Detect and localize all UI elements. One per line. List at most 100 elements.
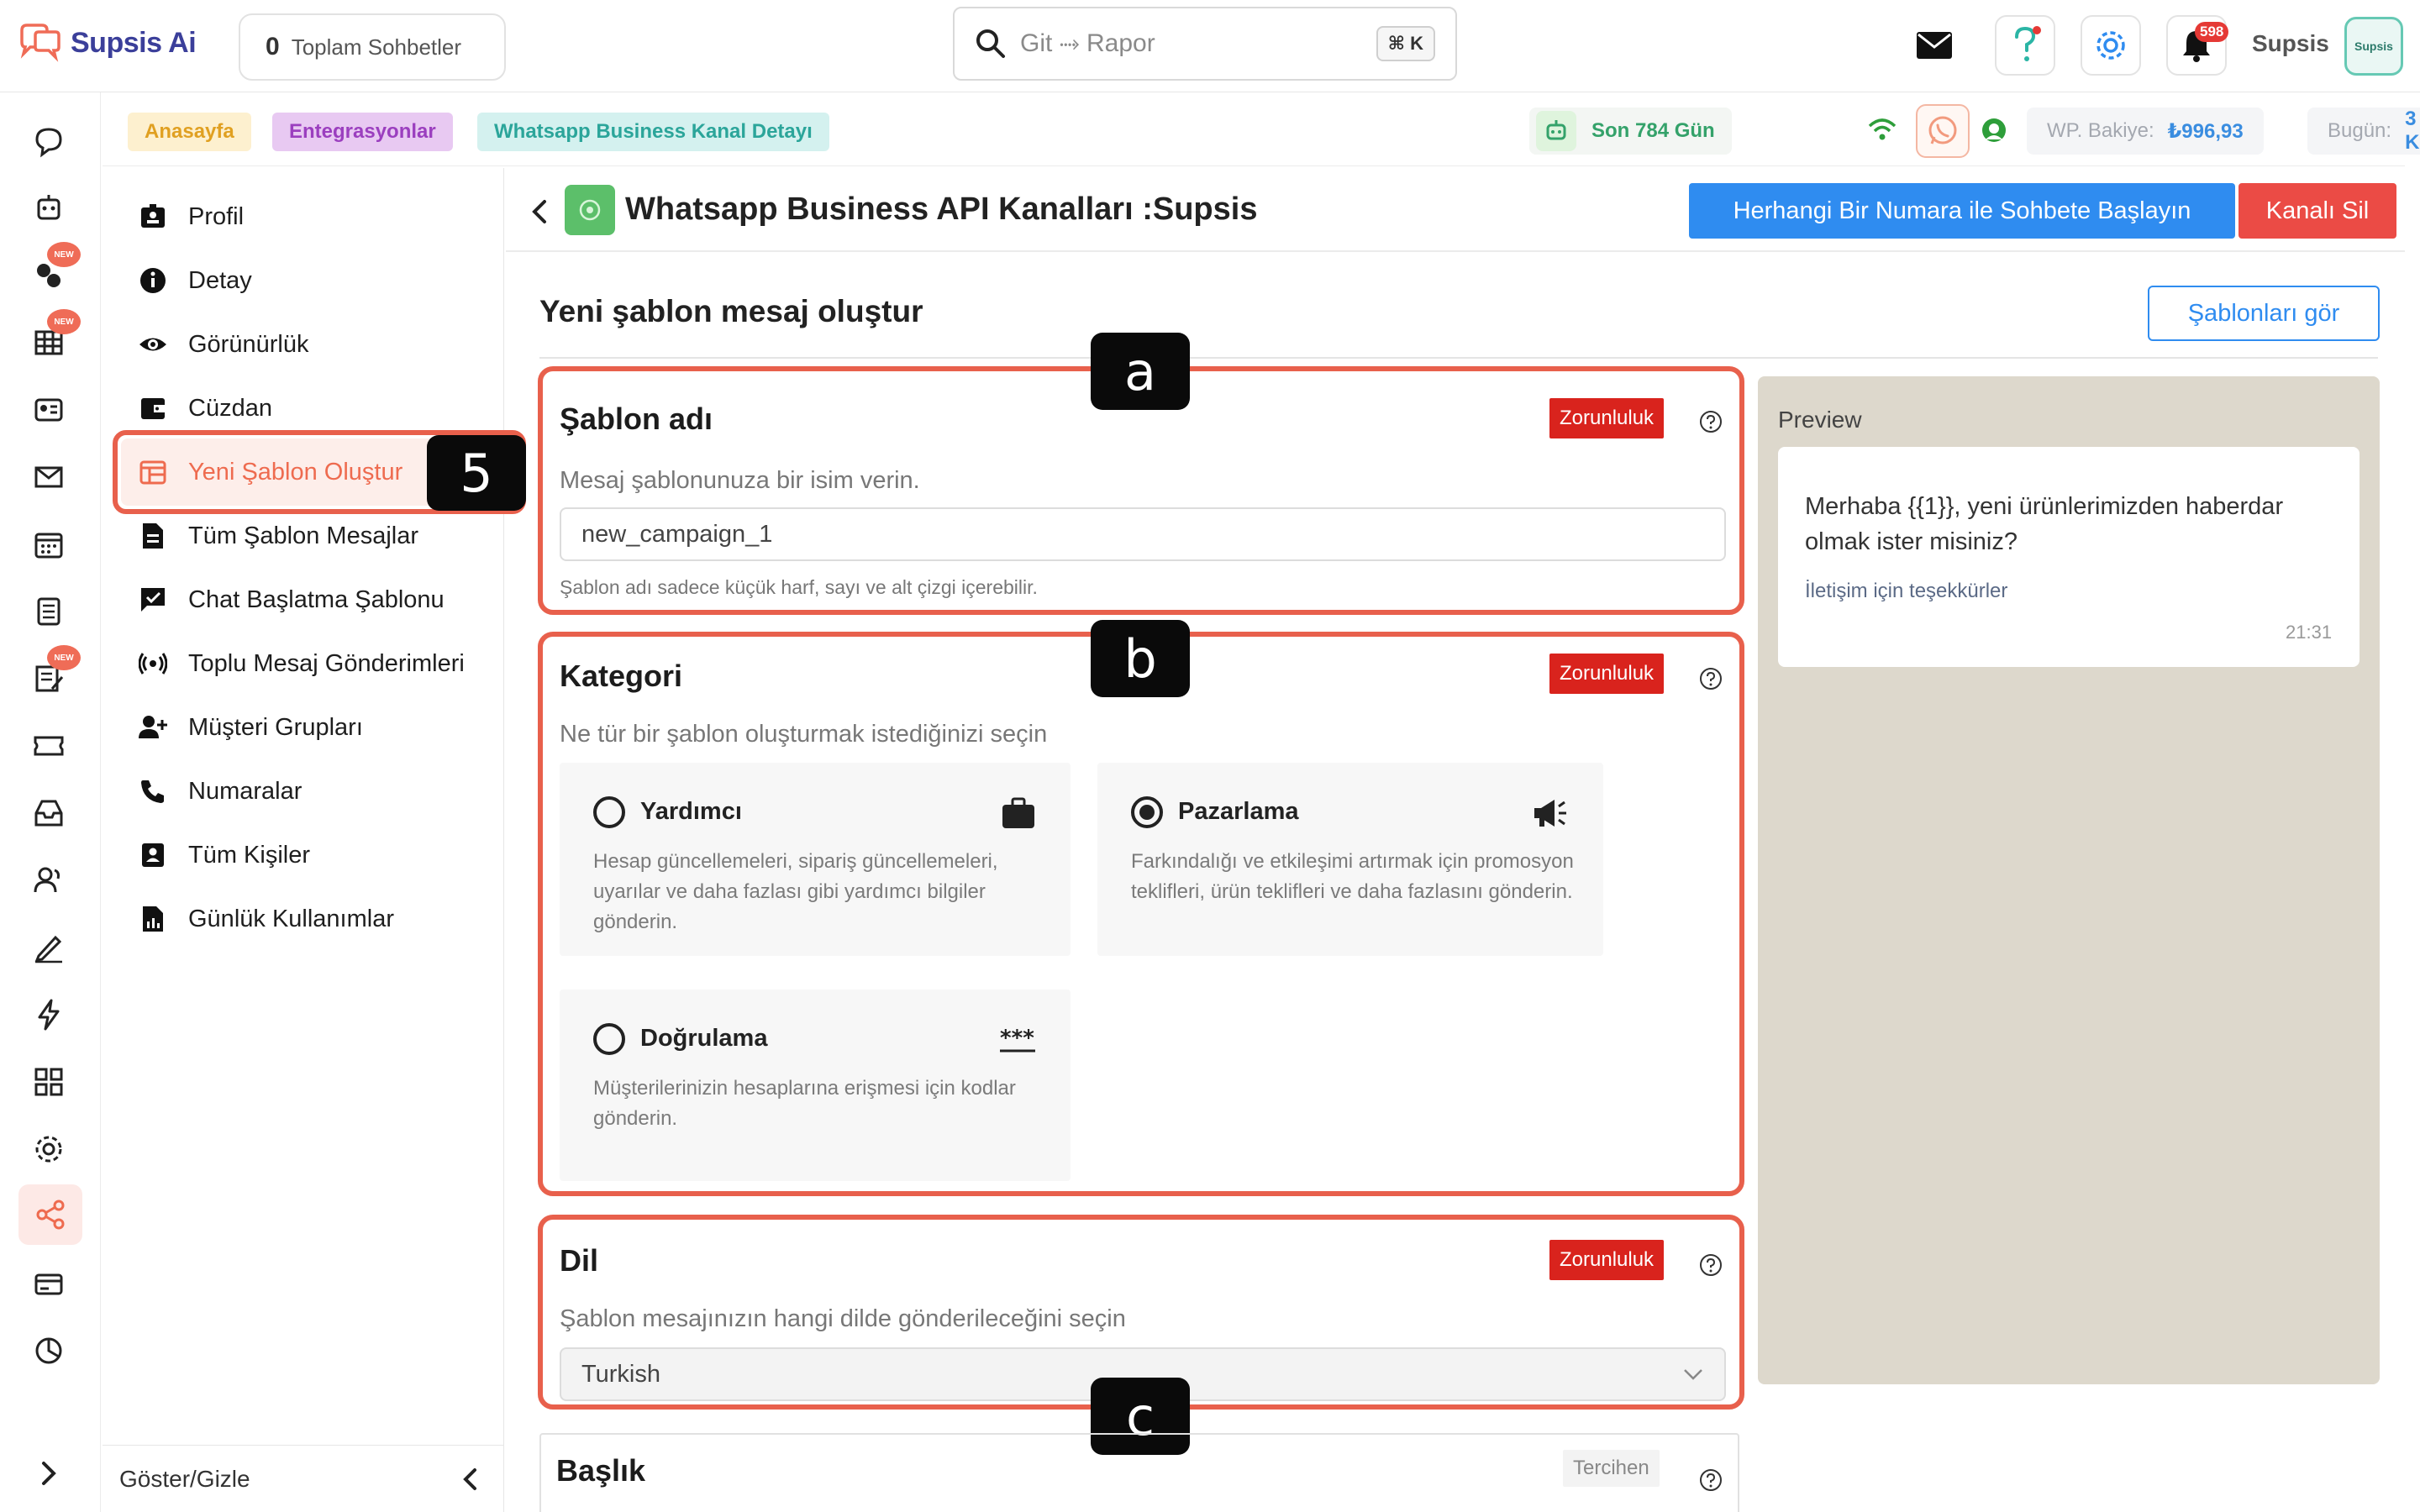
category-option-dogrulama[interactable]: Doğrulama *** Müşterilerinizin hesapları…	[560, 990, 1071, 1181]
category-title: Kategori	[560, 659, 683, 693]
sidebar-item-numaralar[interactable]: Numaralar	[136, 766, 302, 816]
sidebar-item-cuzdan[interactable]: Cüzdan	[136, 383, 272, 433]
id-card-icon[interactable]	[25, 386, 72, 433]
radio-button[interactable]	[593, 1023, 625, 1055]
wifi-icon	[1867, 116, 1897, 147]
sidebar-item-tum-sablon-mesajlar[interactable]: Tüm Şablon Mesajlar	[136, 511, 418, 561]
delete-channel-button[interactable]: Kanalı Sil	[2238, 183, 2396, 239]
gear-icon	[2096, 31, 2125, 60]
sidebar-item-label: Cüzdan	[188, 394, 272, 422]
view-templates-button[interactable]: Şablonları gör	[2148, 286, 2380, 341]
sidebar-item-gunluk-kullanimlar[interactable]: Günlük Kullanımlar	[136, 894, 394, 944]
info-icon	[136, 264, 170, 297]
section-divider	[539, 357, 2378, 359]
contacts-icon	[136, 838, 170, 872]
billing-icon[interactable]	[25, 1260, 72, 1307]
avatar[interactable]: Supsis	[2344, 17, 2403, 76]
ticket-icon[interactable]	[25, 722, 72, 769]
sidebar-item-profil[interactable]: Profil	[136, 192, 244, 242]
option-description: Farkındalığı ve etkileşimi artırmak için…	[1131, 850, 1574, 903]
language-subtitle: Şablon mesajınızın hangi dilde gönderile…	[560, 1305, 1126, 1332]
sidebar-item-musteri-gruplari[interactable]: Müşteri Grupları	[136, 702, 363, 753]
breadcrumb-home[interactable]: Anasayfa	[128, 113, 251, 151]
checklist-icon[interactable]	[25, 588, 72, 635]
subscription-days: Son 784 Gün	[1529, 108, 1732, 155]
total-chats-label: Toplam Sohbetler	[291, 34, 462, 60]
sidebar-item-label: Günlük Kullanımlar	[188, 905, 394, 932]
settings-button[interactable]	[2081, 15, 2141, 76]
pie-chart-icon[interactable]	[25, 1327, 72, 1374]
help-button[interactable]	[1995, 15, 2055, 76]
category-option-yardimci[interactable]: Yardımcı Hesap güncellemeleri, sipariş g…	[560, 763, 1071, 956]
sidebar-item-gorunurluk[interactable]: Görünürlük	[136, 319, 308, 370]
radio-button-selected[interactable]	[1131, 796, 1163, 828]
help-icon[interactable]	[1699, 667, 1723, 690]
svg-text:***: ***	[1000, 1026, 1034, 1051]
required-badge: Zorunluluk	[1549, 1240, 1665, 1280]
preview-footer-text: İletişim için teşekkürler	[1805, 580, 2008, 602]
id-badge-icon	[136, 200, 170, 234]
help-icon[interactable]	[1699, 1253, 1723, 1277]
help-icon[interactable]	[1699, 1468, 1723, 1492]
radio-button[interactable]	[593, 796, 625, 828]
app-name: Supsis Ai	[71, 26, 197, 59]
sidebar-item-label: Toplu Mesaj Gönderimleri	[188, 649, 465, 677]
envelope-icon[interactable]	[25, 454, 72, 501]
whatsapp-icon	[1928, 116, 1957, 144]
chevron-right-icon[interactable]	[34, 1458, 64, 1493]
search-input[interactable]: Git ⤑ Rapor ⌘ K	[953, 7, 1457, 81]
report-icon	[136, 902, 170, 936]
calendar-icon[interactable]	[25, 521, 72, 568]
breadcrumb-integrations[interactable]: Entegrasyonlar	[272, 113, 453, 151]
search-icon	[976, 29, 1005, 58]
option-description: Hesap güncellemeleri, sipariş güncelleme…	[593, 850, 998, 933]
left-nav-rail: NEW NEW NEW	[0, 92, 101, 1512]
settings-icon[interactable]	[25, 1126, 72, 1173]
today-label: Bugün:	[2328, 119, 2392, 142]
template-name-title: Şablon adı	[560, 402, 713, 436]
app-logo[interactable]: Supsis Ai	[17, 24, 197, 62]
bot-icon[interactable]	[25, 185, 72, 232]
sidebar-item-chat-baslatma[interactable]: Chat Başlatma Şablonu	[136, 575, 445, 625]
edit-icon[interactable]	[25, 924, 72, 971]
optional-badge: Tercihen	[1563, 1450, 1660, 1487]
briefcase-icon	[1002, 797, 1034, 828]
sidebar-item-detay[interactable]: Detay	[136, 255, 252, 306]
days-label: Son 784 Gün	[1591, 119, 1715, 142]
total-chats-count: 0	[266, 33, 280, 60]
sidebar-item-label: Görünürlük	[188, 330, 309, 358]
marker-b: b	[1091, 620, 1190, 697]
phone-icon	[136, 774, 170, 808]
eye-icon	[136, 328, 170, 361]
whatsapp-status-button[interactable]	[1916, 104, 1970, 158]
share-icon[interactable]	[18, 1184, 82, 1245]
user-plus-icon	[136, 711, 170, 744]
logo-chat-icon	[20, 24, 60, 62]
chat-bubble-icon[interactable]	[25, 118, 72, 165]
sidebar-item-toplu-mesaj[interactable]: Toplu Mesaj Gönderimleri	[136, 638, 465, 689]
lightning-icon[interactable]	[25, 991, 72, 1038]
wp-balance: WP. Bakiye: ₺996,93	[2027, 108, 2264, 155]
sidebar-item-label: Chat Başlatma Şablonu	[188, 585, 445, 613]
start-chat-button[interactable]: Herhangi Bir Numara ile Sohbete Başlayın	[1689, 183, 2235, 239]
sidebar-toggle-label: Göster/Gizle	[119, 1465, 250, 1492]
template-name-input[interactable]: new_campaign_1	[560, 507, 1726, 561]
sidebar-item-tum-kisiler[interactable]: Tüm Kişiler	[136, 830, 310, 880]
broadcast-icon	[136, 647, 170, 680]
password-icon: ***	[1000, 1026, 1035, 1053]
users-icon[interactable]	[25, 857, 72, 904]
agent-status-icon	[1980, 116, 2008, 149]
today-value: 3 Kas	[2405, 108, 2420, 154]
required-badge: Zorunluluk	[1549, 654, 1665, 694]
total-chats-box[interactable]: 0 Toplam Sohbetler	[239, 13, 506, 81]
back-button[interactable]	[528, 195, 551, 233]
sidebar-toggle[interactable]: Göster/Gizle	[103, 1445, 504, 1512]
grid-icon[interactable]	[25, 1058, 72, 1105]
user-name[interactable]: Supsis	[2252, 30, 2329, 57]
category-option-pazarlama[interactable]: Pazarlama Farkındalığı ve etkileşimi art…	[1097, 763, 1603, 956]
mail-button[interactable]	[1904, 15, 1965, 76]
chat-check-icon	[136, 583, 170, 617]
inbox-icon[interactable]	[25, 790, 72, 837]
help-icon[interactable]	[1699, 410, 1723, 433]
breadcrumb-whatsapp-channel[interactable]: Whatsapp Business Kanal Detayı	[477, 113, 829, 151]
